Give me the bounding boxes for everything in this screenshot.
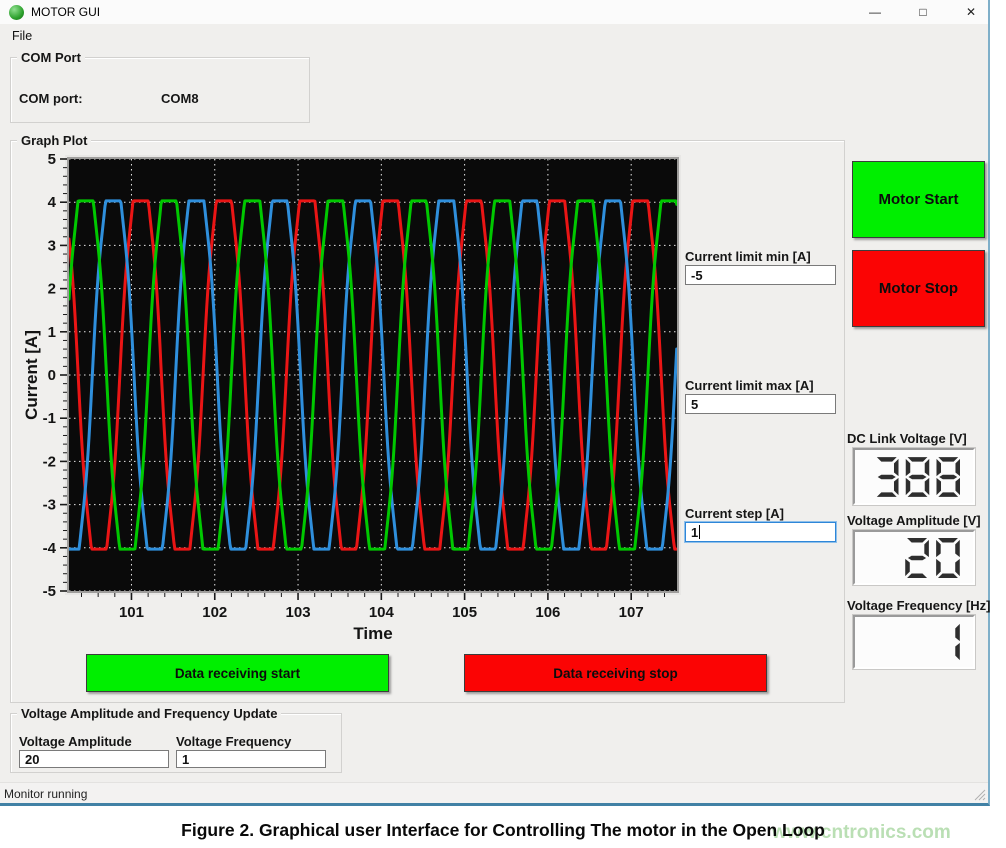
svg-text:-2: -2 (43, 453, 56, 470)
current-waveform-plot: -5 -4 -3 -2 -1 0 1 2 3 4 5 101 102 103 104 105 106 107 Tim… (21, 151, 693, 646)
dc-link-voltage-display (853, 448, 975, 505)
voltage-amplitude-input[interactable] (19, 750, 169, 768)
window-title: MOTOR GUI (31, 5, 100, 19)
voltage-frequency-input[interactable] (176, 750, 326, 768)
svg-text:Current [A]: Current [A] (22, 330, 41, 420)
close-button[interactable]: ✕ (954, 0, 988, 24)
svg-text:-4: -4 (43, 540, 57, 557)
figure-caption-area: www.cntronics.com Figure 2. Graphical us… (0, 818, 1006, 848)
screenshot-root: MOTOR GUI — □ ✕ File COM Port COM port: … (0, 0, 1006, 848)
com-port-value: COM8 (161, 91, 199, 106)
dc-link-voltage-label: DC Link Voltage [V] (847, 431, 967, 446)
svg-text:1: 1 (48, 324, 56, 341)
resize-grip[interactable] (972, 787, 986, 801)
current-limit-max-input[interactable] (685, 394, 836, 414)
svg-text:107: 107 (619, 604, 644, 621)
figure-caption: Figure 2. Graphical user Interface for C… (0, 820, 1006, 841)
data-receiving-stop-button[interactable]: Data receiving stop (464, 654, 767, 692)
current-step-label: Current step [A] (685, 506, 784, 521)
voltage-frequency-display (853, 615, 975, 669)
voltage-frequency-input-label: Voltage Frequency (176, 734, 291, 749)
text-caret (699, 525, 700, 539)
com-port-group: COM Port COM port: COM8 (10, 57, 310, 123)
current-limit-min-label: Current limit min [A] (685, 249, 811, 264)
motor-start-button[interactable]: Motor Start (852, 161, 985, 238)
voltage-amplitude-input-label: Voltage Amplitude (19, 734, 132, 749)
voltage-amplitude-display (853, 530, 975, 585)
com-port-group-label: COM Port (17, 50, 85, 65)
svg-text:102: 102 (202, 604, 227, 621)
maximize-button[interactable]: □ (906, 0, 940, 24)
svg-text:0: 0 (48, 367, 56, 384)
app-icon (9, 5, 24, 20)
graph-plot-group: Graph Plot -5-4-3-2-10123451011021031041… (10, 140, 845, 703)
menu-bar: File (0, 24, 988, 48)
voltage-frequency-display-label: Voltage Frequency [Hz] (847, 598, 991, 613)
svg-text:Time: Time (353, 624, 392, 643)
svg-text:3: 3 (48, 237, 56, 254)
svg-text:105: 105 (452, 604, 477, 621)
svg-text:104: 104 (369, 604, 395, 621)
motor-stop-button[interactable]: Motor Stop (852, 250, 985, 327)
svg-text:4: 4 (48, 194, 57, 211)
current-limit-max-label: Current limit max [A] (685, 378, 814, 393)
voltage-update-group-label: Voltage Amplitude and Frequency Update (17, 706, 281, 721)
current-step-input[interactable] (685, 522, 836, 542)
status-text: Monitor running (4, 787, 87, 801)
svg-text:5: 5 (48, 151, 56, 168)
svg-text:-3: -3 (43, 497, 56, 514)
svg-text:103: 103 (286, 604, 311, 621)
title-bar[interactable]: MOTOR GUI — □ ✕ (0, 0, 988, 24)
data-receiving-start-button[interactable]: Data receiving start (86, 654, 389, 692)
com-port-label: COM port: (19, 91, 83, 106)
app-window: MOTOR GUI — □ ✕ File COM Port COM port: … (0, 0, 990, 806)
graph-plot-group-label: Graph Plot (17, 133, 91, 148)
svg-text:-1: -1 (43, 410, 56, 427)
svg-text:-5: -5 (43, 583, 56, 600)
svg-text:101: 101 (119, 604, 144, 621)
status-bar: Monitor running (0, 782, 988, 803)
current-limit-min-input[interactable] (685, 265, 836, 285)
voltage-update-group: Voltage Amplitude and Frequency Update V… (10, 713, 342, 773)
minimize-button[interactable]: — (858, 0, 892, 24)
menu-file[interactable]: File (6, 27, 38, 45)
voltage-amplitude-display-label: Voltage Amplitude [V] (847, 513, 981, 528)
svg-text:106: 106 (535, 604, 560, 621)
svg-text:2: 2 (48, 281, 56, 298)
